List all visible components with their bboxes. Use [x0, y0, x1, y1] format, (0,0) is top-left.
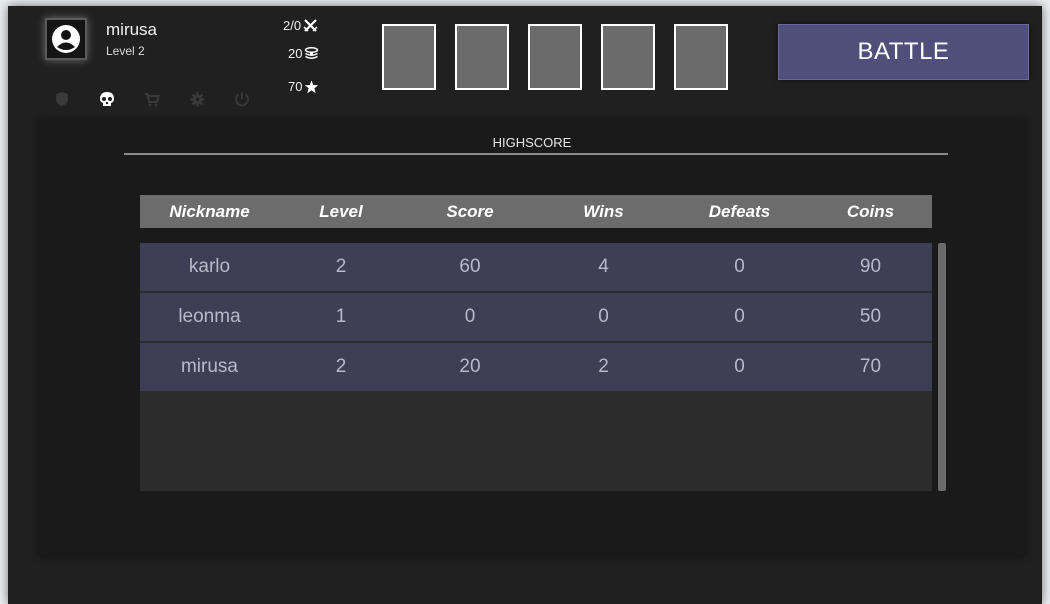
user-circle-icon: [52, 25, 80, 53]
cart-icon: [145, 92, 160, 106]
cell-defeats: 0: [734, 306, 745, 327]
nav-cart[interactable]: [143, 90, 161, 108]
cell-nickname: mirusa: [180, 356, 238, 377]
cell-coins: 50: [859, 306, 882, 327]
cell-defeats: 0: [734, 356, 745, 377]
table-row[interactable]: karlo 2 60 4 0 90: [140, 243, 932, 291]
table-header: Nickname Level Score Wins Defeats Coins: [140, 195, 932, 228]
crossed-swords-icon: [303, 19, 318, 32]
stack-icon: [305, 46, 319, 59]
cell-nickname: karlo: [188, 256, 231, 277]
table-row[interactable]: mirusa 2 20 2 0 70: [140, 343, 932, 391]
cell-wins: 4: [598, 256, 609, 277]
cell-score: 0: [464, 306, 476, 327]
divider: [124, 153, 948, 155]
cell-score: 60: [459, 256, 481, 277]
cell-coins: 70: [859, 356, 882, 377]
column-header[interactable]: Coins: [809, 202, 932, 222]
card-slot[interactable]: [674, 24, 728, 90]
nav-power[interactable]: [233, 90, 251, 108]
cell-level: 2: [335, 256, 347, 277]
cell-coins: 90: [859, 256, 882, 277]
record-stat: 2/0: [283, 18, 318, 33]
cell-nickname: leonma: [178, 306, 241, 327]
power-icon: [235, 92, 249, 107]
star-icon: [305, 80, 319, 93]
column-header[interactable]: Nickname: [140, 202, 279, 222]
game-window: mirusa Level 2 2/0 20 70 BATTLE HIGHSCOR…: [8, 6, 1042, 604]
avatar[interactable]: [45, 18, 87, 60]
nav-skull[interactable]: [98, 90, 116, 108]
column-header[interactable]: Score: [403, 202, 537, 222]
skull-icon: [100, 91, 114, 106]
player-level: Level 2: [106, 44, 145, 58]
scrollbar[interactable]: [938, 243, 946, 491]
column-header[interactable]: Defeats: [670, 202, 809, 222]
card-slot[interactable]: [528, 24, 582, 90]
highscore-panel: HIGHSCORE Nickname Level Score Wins Defe…: [38, 120, 1026, 557]
card-slot[interactable]: [382, 24, 436, 90]
nav-shield[interactable]: [53, 90, 71, 108]
record-value: 2/0: [283, 18, 302, 33]
cell-wins: 2: [598, 356, 609, 377]
coins-value: 70: [288, 79, 303, 94]
card-slots: [382, 24, 728, 90]
table-row[interactable]: leonma 1 0 0 0 50: [140, 293, 932, 341]
shield-icon: [56, 92, 68, 106]
highscore-title: HIGHSCORE: [492, 135, 572, 150]
gear-icon: [190, 92, 204, 106]
cell-level: 1: [335, 306, 347, 327]
score-stat: 20: [288, 46, 319, 61]
card-slot[interactable]: [455, 24, 509, 90]
player-name: mirusa: [106, 20, 158, 39]
cell-wins: 0: [598, 306, 609, 327]
column-header[interactable]: Wins: [537, 202, 670, 222]
cell-score: 20: [459, 356, 481, 377]
score-value: 20: [288, 46, 303, 61]
coins-stat: 70: [288, 79, 319, 94]
battle-button[interactable]: BATTLE: [778, 24, 1029, 80]
column-header[interactable]: Level: [279, 202, 403, 222]
card-slot[interactable]: [601, 24, 655, 90]
cell-level: 2: [335, 356, 347, 377]
cell-defeats: 0: [734, 256, 745, 277]
main-nav: [53, 90, 278, 108]
nav-gear[interactable]: [188, 90, 206, 108]
table-body: karlo 2 60 4 0 90 leonma 1 0 0 0 50 miru…: [140, 243, 932, 491]
